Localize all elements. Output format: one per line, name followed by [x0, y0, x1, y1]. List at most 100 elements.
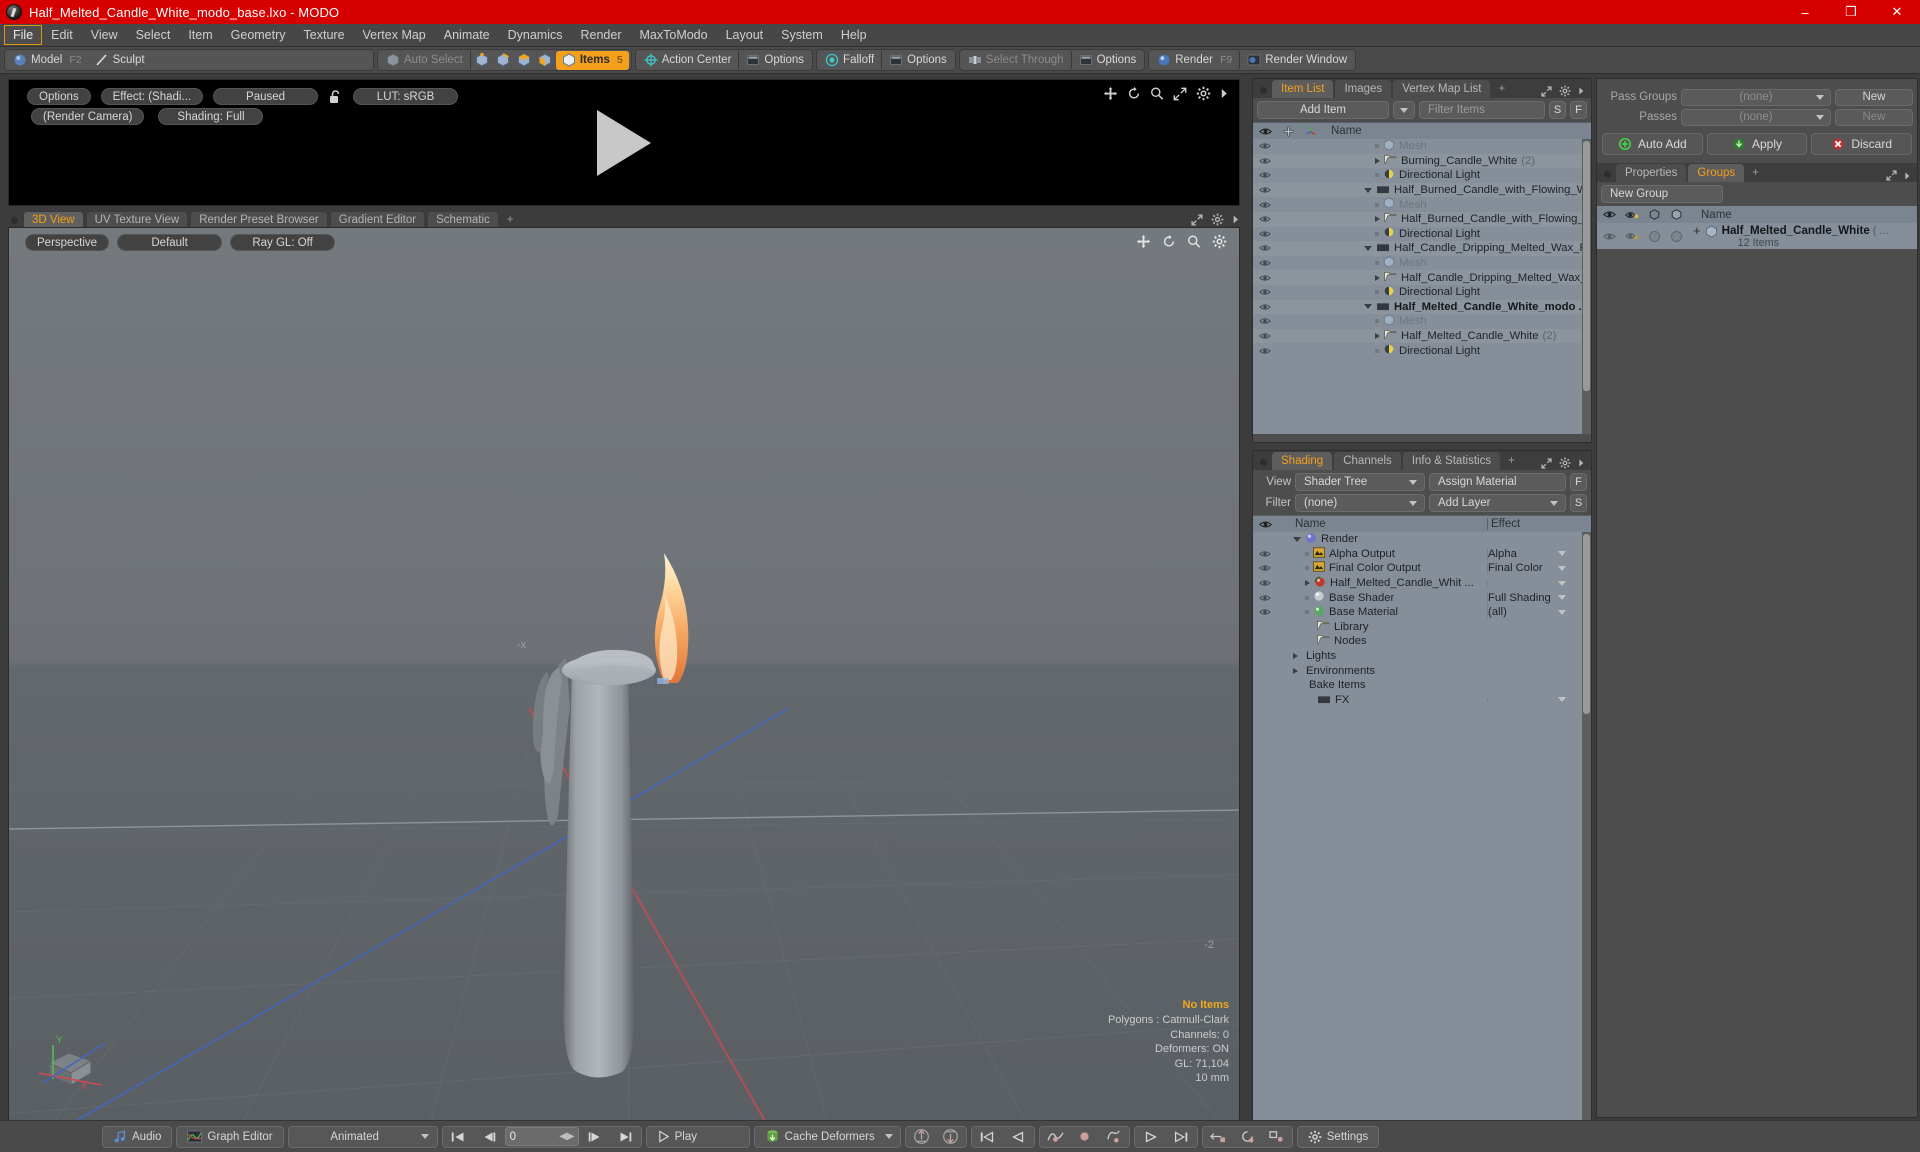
shader-tree-row[interactable]: Base Material (all): [1253, 605, 1591, 620]
tab-groups[interactable]: Groups: [1688, 164, 1745, 182]
row-name[interactable]: Directional Light: [1321, 168, 1480, 183]
maximize-icon[interactable]: [1541, 457, 1552, 469]
minimize-button[interactable]: –: [1782, 0, 1828, 24]
vertex-mode-button[interactable]: [472, 51, 492, 70]
menu-maxtomodo[interactable]: MaxToModo: [631, 25, 717, 45]
go-to-start-button[interactable]: [445, 1127, 473, 1147]
play-button[interactable]: Play: [649, 1127, 747, 1147]
row-visibility-toggle[interactable]: [1253, 303, 1277, 311]
tab-vertex-map-list[interactable]: Vertex Map List: [1393, 80, 1491, 98]
shader-tree-row[interactable]: Environments: [1253, 663, 1591, 678]
row-visibility-toggle[interactable]: [1253, 171, 1277, 179]
filter-f-button[interactable]: F: [1570, 101, 1587, 119]
shading-f-button[interactable]: F: [1570, 473, 1587, 491]
layer-name-cell[interactable]: Render: [1277, 532, 1487, 547]
render-button[interactable]: Render F9: [1151, 51, 1238, 70]
pass-groups-new-button[interactable]: New: [1835, 88, 1913, 106]
gear-icon[interactable]: [1211, 213, 1224, 226]
menu-vertex-map[interactable]: Vertex Map: [354, 25, 435, 45]
prev-key-button[interactable]: [1004, 1127, 1032, 1147]
key-down-button[interactable]: [937, 1127, 964, 1147]
layer-name-cell[interactable]: Bake Items: [1277, 679, 1487, 691]
pan-icon[interactable]: [1103, 86, 1118, 101]
model-mode-button[interactable]: Model F2: [7, 51, 88, 70]
viewport-perspective-button[interactable]: Perspective: [25, 234, 110, 251]
menu-item[interactable]: Item: [179, 25, 221, 45]
tab-info-statistics[interactable]: Info & Statistics: [1402, 452, 1501, 470]
item-list-row[interactable]: Mesh: [1253, 314, 1591, 329]
col-visibility-header[interactable]: [1253, 127, 1277, 136]
menu-file[interactable]: File: [4, 25, 43, 45]
layer-name-cell[interactable]: Half_Melted_Candle_Whit ...: [1277, 576, 1487, 591]
add-item-button[interactable]: Add Item: [1257, 101, 1389, 119]
row-visibility-toggle[interactable]: [1253, 201, 1277, 209]
layer-name-cell[interactable]: Lights: [1277, 650, 1487, 662]
tab-images[interactable]: Images: [1335, 80, 1392, 98]
rotate-icon[interactable]: [1127, 86, 1141, 101]
maximize-icon[interactable]: [1541, 85, 1552, 97]
row-name[interactable]: Half_Burned_Candle_with_Flowing_Wax...: [1321, 183, 1591, 197]
render-window-button[interactable]: Render Window: [1241, 51, 1353, 70]
tab-add-button[interactable]: +: [1502, 452, 1521, 470]
shader-tree-row[interactable]: Half_Melted_Candle_Whit ...: [1253, 576, 1591, 591]
chevron-right-icon[interactable]: [1904, 171, 1911, 181]
layer-name-cell[interactable]: FX: [1277, 693, 1487, 707]
col-axis-header[interactable]: [1299, 126, 1321, 137]
select-through-options-button[interactable]: Options: [1073, 51, 1143, 70]
tab-schematic[interactable]: Schematic: [427, 211, 499, 228]
menu-texture[interactable]: Texture: [295, 25, 354, 45]
auto-select-button[interactable]: Auto Select: [380, 51, 469, 70]
layer-name-cell[interactable]: Library: [1277, 620, 1487, 634]
render-lut-button[interactable]: LUT: sRGB: [353, 88, 459, 105]
rotate-icon[interactable]: [1162, 234, 1176, 249]
tab-channels[interactable]: Channels: [1334, 452, 1401, 470]
layer-visibility-toggle[interactable]: [1253, 564, 1277, 572]
row-name[interactable]: Half_Burned_Candle_with_Flowing_W...: [1321, 212, 1591, 226]
shader-tree-row[interactable]: Nodes: [1253, 634, 1591, 649]
menu-layout[interactable]: Layout: [717, 25, 773, 45]
add-item-dropdown[interactable]: [1393, 101, 1415, 119]
rotate-key-button[interactable]: [1234, 1127, 1261, 1147]
menu-animate[interactable]: Animate: [435, 25, 499, 45]
maximize-icon[interactable]: [1191, 213, 1203, 226]
col-wire-header[interactable]: [1665, 209, 1687, 220]
chevron-right-icon[interactable]: [1578, 86, 1585, 96]
filter-s-button[interactable]: S: [1549, 101, 1566, 119]
viewport-raygl-button[interactable]: Ray GL: Off: [230, 234, 336, 251]
col-visibility-header[interactable]: [1253, 520, 1277, 529]
gear-icon[interactable]: [1196, 86, 1211, 101]
zoom-icon[interactable]: [1150, 86, 1164, 101]
twirl-closed-icon[interactable]: [1375, 216, 1380, 223]
step-back-button[interactable]: [475, 1127, 503, 1147]
cache-deformers-button[interactable]: Cache Deformers: [757, 1127, 883, 1147]
item-list-row[interactable]: Mesh: [1253, 197, 1591, 212]
layer-visibility-toggle[interactable]: [1253, 594, 1277, 602]
edge-mode-button[interactable]: [493, 51, 513, 70]
shader-tree-row[interactable]: Lights: [1253, 649, 1591, 664]
layer-visibility-toggle[interactable]: [1253, 579, 1277, 587]
current-frame-input[interactable]: 0 ◀▶: [504, 1127, 579, 1146]
key-up-button[interactable]: [908, 1127, 935, 1147]
item-list-row[interactable]: Directional Light: [1253, 168, 1591, 183]
col-lock-header[interactable]: [1277, 125, 1299, 137]
layer-name-cell[interactable]: Base Material: [1277, 605, 1487, 620]
row-name[interactable]: Directional Light: [1321, 226, 1480, 241]
layer-effect-cell[interactable]: Full Shading: [1487, 591, 1569, 604]
last-key-button[interactable]: [1167, 1127, 1195, 1147]
render-options-button[interactable]: Options: [27, 88, 91, 105]
fit-icon[interactable]: [1173, 87, 1187, 101]
render-shading-button[interactable]: Shading: Full: [158, 108, 264, 125]
row-visibility-toggle[interactable]: [1253, 215, 1277, 223]
twirl-closed-icon[interactable]: [1293, 653, 1298, 660]
edit-key-button[interactable]: [1100, 1127, 1127, 1147]
maximize-button[interactable]: ❐: [1828, 0, 1874, 24]
layer-effect-cell[interactable]: (all): [1487, 606, 1569, 619]
shader-tree-row[interactable]: Render: [1253, 532, 1591, 547]
menu-system[interactable]: System: [772, 25, 832, 45]
group-wire-checkbox[interactable]: [1665, 230, 1687, 242]
filter-items-input[interactable]: Filter Items: [1419, 101, 1545, 119]
row-name[interactable]: Mesh: [1321, 139, 1427, 154]
falloff-button[interactable]: Falloff: [819, 51, 880, 70]
animated-dropdown[interactable]: Animated: [291, 1127, 419, 1147]
menu-geometry[interactable]: Geometry: [222, 25, 295, 45]
